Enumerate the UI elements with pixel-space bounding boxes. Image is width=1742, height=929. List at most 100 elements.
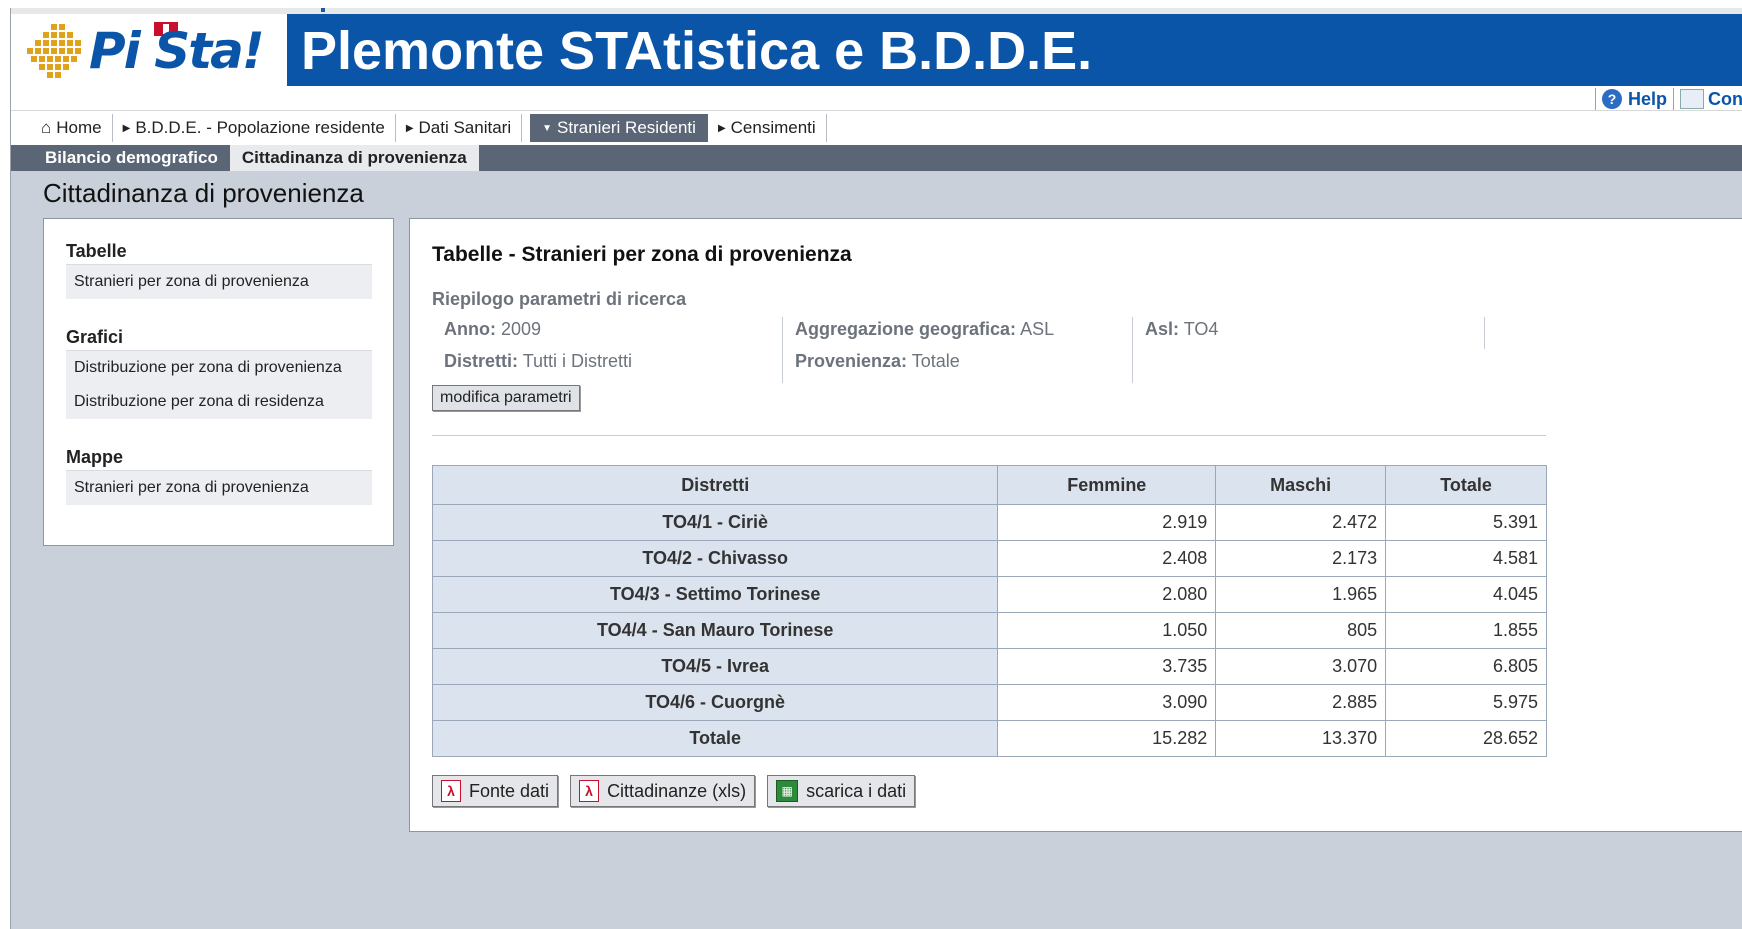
table-cell: 1.965: [1215, 576, 1387, 613]
table-cell: 4.581: [1385, 540, 1547, 577]
help-link[interactable]: Help: [1628, 89, 1667, 110]
table-row: TO4/1 - Ciriè 2.919 2.472 5.391: [431, 504, 1547, 541]
fonte-dati-button[interactable]: λ Fonte dati: [432, 775, 559, 807]
header-banner: Pi Sta! Plemonte STAtistica e B.D.D.E.: [11, 14, 1742, 86]
browser-window: Pi Sta! Plemonte STAtistica e B.D.D.E. ?…: [10, 8, 1742, 929]
modify-params-button[interactable]: modifica parametri: [432, 385, 580, 411]
nav-censimenti[interactable]: ▶ Censimenti: [708, 114, 827, 142]
table-cell: 2.173: [1215, 540, 1387, 577]
content-panel: Tabelle - Stranieri per zona di provenie…: [409, 218, 1742, 832]
table-cell: 4.045: [1385, 576, 1547, 613]
home-icon: ⌂: [41, 118, 52, 137]
nav-label: Stranieri Residenti: [557, 118, 696, 137]
pdf-icon: λ: [579, 780, 600, 802]
site-title: Plemonte STAtistica e B.D.D.E.: [301, 21, 1093, 81]
link-distribuzione-provenienza[interactable]: Distribuzione per zona di provenienza: [66, 351, 372, 385]
column-header[interactable]: Totale: [1385, 465, 1547, 505]
section-title-grafici: Grafici: [66, 327, 124, 347]
param-value: Totale: [911, 351, 960, 371]
action-buttons: λ Fonte dati λ Cittadinanze (xls) ▦ scar…: [432, 775, 916, 807]
param-label: Provenienza:: [795, 351, 908, 371]
table-cell: 805: [1215, 612, 1387, 649]
table-cell: TO4/2 - Chivasso: [431, 540, 999, 577]
table-cell: 3.070: [1215, 648, 1387, 685]
triangle-right-icon: ▶: [405, 122, 414, 134]
divider: [432, 435, 1546, 436]
contact-link[interactable]: Con: [1708, 89, 1742, 110]
nav-stranieri-residenti[interactable]: ▼ Stranieri Residenti: [530, 114, 708, 142]
table-cell: Totale: [431, 720, 999, 757]
main-nav: ⌂ Home ▶ B.D.D.E. - Popolazione resident…: [11, 111, 1742, 145]
param-label: Aggregazione geografica:: [795, 319, 1017, 339]
table-row: TO4/5 - Ivrea 3.735 3.070 6.805: [431, 648, 1547, 685]
button-label: Fonte dati: [469, 780, 550, 801]
table-row: TO4/3 - Settimo Torinese 2.080 1.965 4.0…: [431, 576, 1547, 613]
button-label: scarica i dati: [806, 780, 907, 801]
table-cell: 1.050: [997, 612, 1217, 649]
nav-label: B.D.D.E. - Popolazione residente: [135, 118, 385, 137]
param-value: ASL: [1020, 319, 1055, 339]
param-value: Tutti i Distretti: [522, 351, 633, 371]
page-title: Cittadinanza di provenienza: [43, 178, 364, 208]
contact-icon[interactable]: [1680, 89, 1704, 109]
button-label: Cittadinanze (xls): [607, 780, 747, 801]
table-cell: 5.975: [1385, 684, 1547, 721]
table-cell: TO4/1 - Ciriè: [431, 504, 999, 541]
nav-home[interactable]: ⌂ Home: [31, 114, 113, 142]
logo[interactable]: Pi Sta!: [11, 14, 287, 86]
param-aggregazione: Aggregazione geografica: ASL: [795, 319, 1054, 340]
param-provenienza: Provenienza: Totale: [795, 351, 960, 372]
link-tabelle-stranieri-provenienza[interactable]: Stranieri per zona di provenienza: [66, 265, 372, 299]
piemonte-map-icon: [27, 24, 81, 78]
tabelle-list: Stranieri per zona di provenienza: [66, 264, 372, 299]
search-params: Anno: 2009 Distretti: Tutti i Distretti …: [432, 317, 1492, 383]
content-title: Tabelle - Stranieri per zona di provenie…: [432, 243, 852, 266]
pdf-icon: λ: [441, 780, 461, 802]
scarica-dati-button[interactable]: ▦ scarica i dati: [767, 775, 916, 807]
table-cell: 15.282: [997, 720, 1217, 757]
table-cell: TO4/3 - Settimo Torinese: [431, 576, 999, 613]
cittadinanze-xls-button[interactable]: λ Cittadinanze (xls): [570, 775, 756, 807]
param-label: Asl:: [1145, 319, 1180, 339]
summary-title: Riepilogo parametri di ricerca: [432, 289, 687, 309]
link-mappe-stranieri-provenienza[interactable]: Stranieri per zona di provenienza: [66, 471, 372, 505]
nav-dati-sanitari[interactable]: ▶ Dati Sanitari: [396, 114, 523, 142]
data-table: Distretti Femmine Maschi Totale TO4/1 - …: [431, 465, 1547, 757]
tab-cittadinanza-di-provenienza[interactable]: Cittadinanza di provenienza: [229, 145, 479, 171]
param-distretti: Distretti: Tutti i Distretti: [444, 351, 632, 372]
param-asl: Asl: TO4: [1145, 319, 1218, 340]
table-header-row: Distretti Femmine Maschi Totale: [431, 465, 1547, 505]
column-header[interactable]: Femmine: [997, 465, 1217, 505]
nav-label: Dati Sanitari: [418, 118, 512, 137]
table-cell: 3.735: [997, 648, 1217, 685]
table-cell: 3.090: [997, 684, 1217, 721]
grafici-list: Distribuzione per zona di provenienza Di…: [66, 350, 372, 419]
left-panel: Tabelle Stranieri per zona di provenienz…: [43, 218, 394, 546]
utility-bar: ? Help Con: [11, 86, 1742, 111]
nav-bdde[interactable]: ▶ B.D.D.E. - Popolazione residente: [113, 114, 396, 142]
table-row: TO4/6 - Cuorgnè 3.090 2.885 5.975: [431, 684, 1547, 721]
table-cell: 2.919: [997, 504, 1217, 541]
table-cell: 1.855: [1385, 612, 1547, 649]
sub-nav: Bilancio demografico Cittadinanza di pro…: [11, 145, 1742, 171]
param-value: 2009: [501, 319, 542, 339]
help-icon[interactable]: ?: [1601, 89, 1622, 109]
spreadsheet-icon: ▦: [776, 780, 799, 802]
param-value: TO4: [1183, 319, 1219, 339]
param-anno: Anno: 2009: [444, 319, 541, 340]
table-cell: TO4/5 - Ivrea: [431, 648, 999, 685]
section-title-tabelle: Tabelle: [66, 241, 127, 261]
column-header[interactable]: Distretti: [431, 465, 999, 505]
triangle-down-icon: ▼: [542, 122, 553, 134]
table-row: TO4/2 - Chivasso 2.408 2.173 4.581: [431, 540, 1547, 577]
nav-label: Censimenti: [730, 118, 816, 137]
mappe-list: Stranieri per zona di provenienza: [66, 470, 372, 505]
table-total-row: Totale 15.282 13.370 28.652: [431, 720, 1547, 757]
table-cell: 28.652: [1385, 720, 1547, 757]
table-cell: 5.391: [1385, 504, 1547, 541]
triangle-right-icon: ▶: [717, 122, 726, 134]
param-label: Distretti:: [444, 351, 519, 371]
tab-bilancio-demografico[interactable]: Bilancio demografico: [33, 145, 230, 171]
column-header[interactable]: Maschi: [1215, 465, 1387, 505]
link-distribuzione-residenza[interactable]: Distribuzione per zona di residenza: [66, 385, 372, 419]
